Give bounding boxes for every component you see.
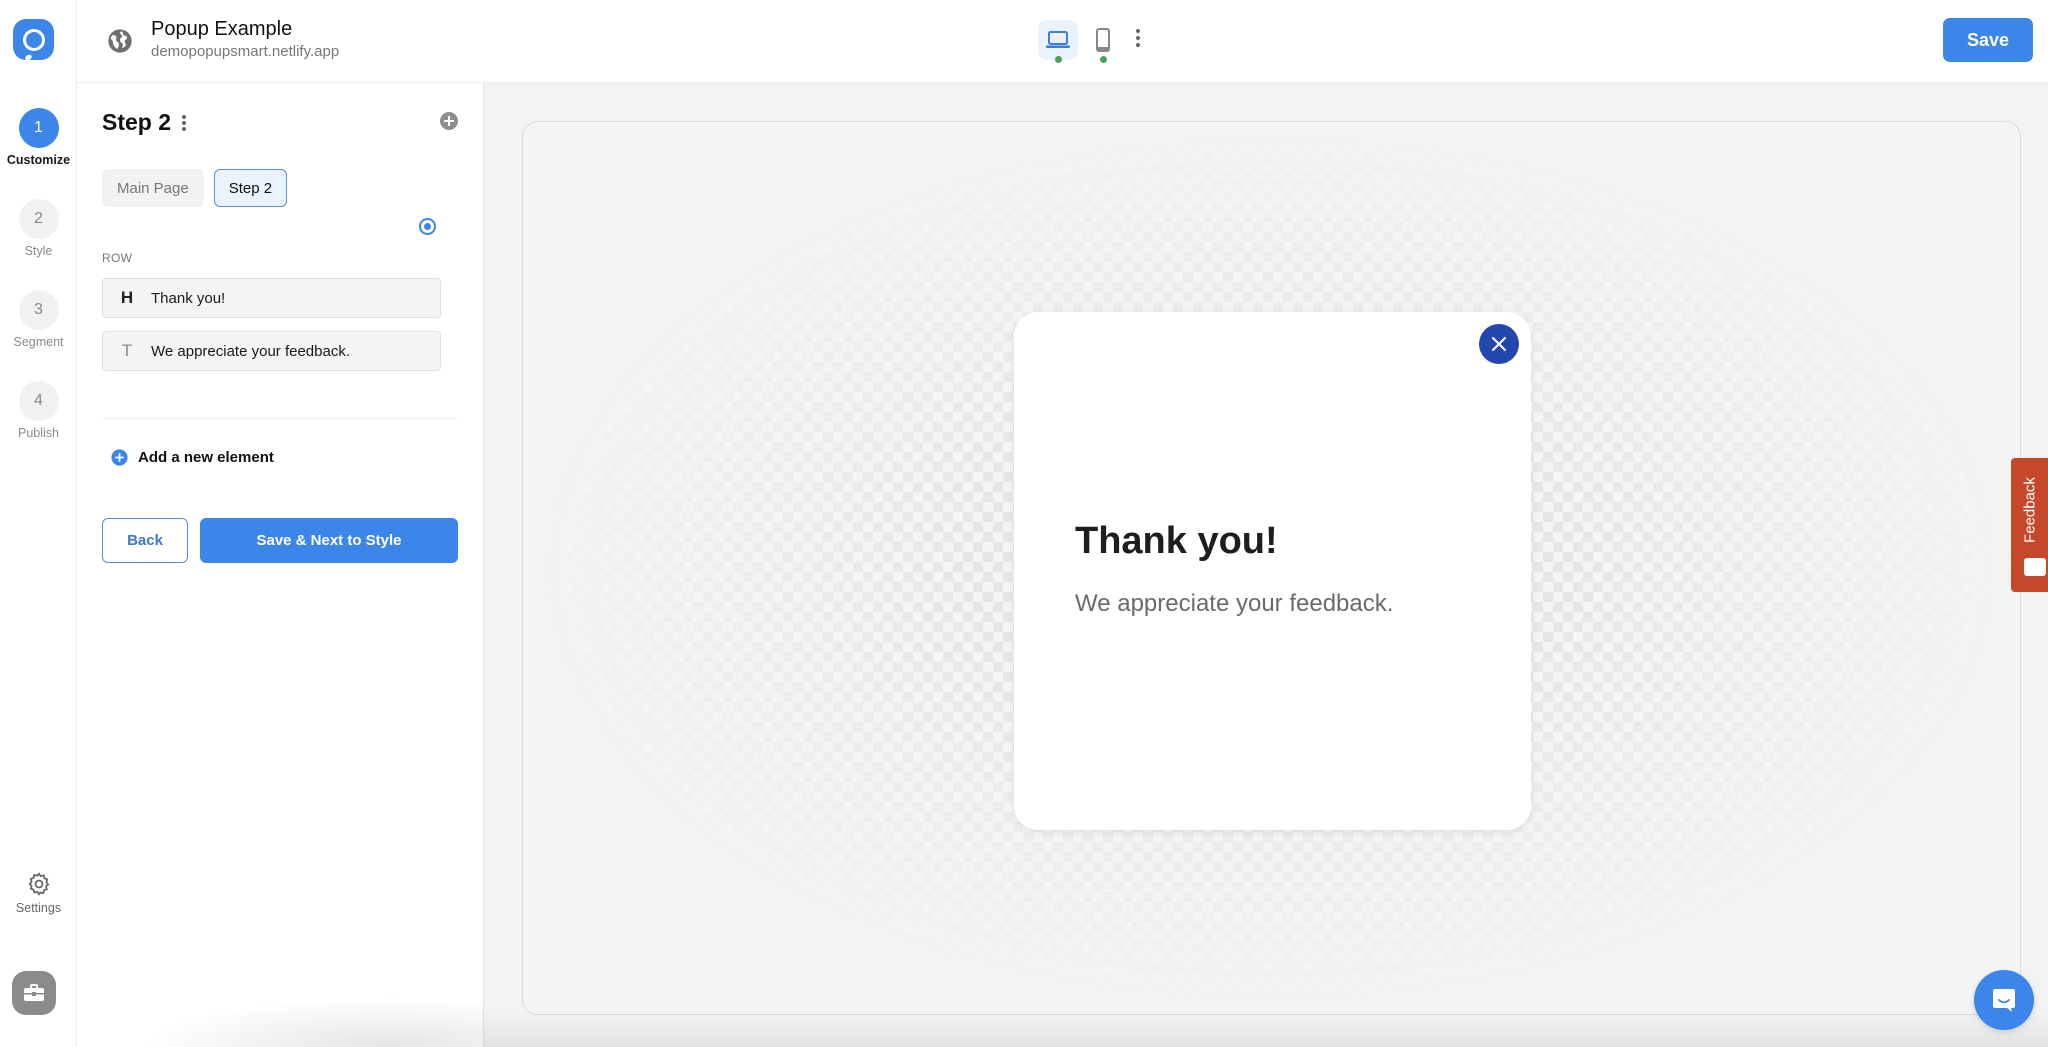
mobile-status-dot xyxy=(1100,56,1107,63)
laptop-icon xyxy=(1046,31,1070,48)
tab-step-2[interactable]: Step 2 xyxy=(213,169,288,207)
popup-heading[interactable]: Thank you! xyxy=(1075,520,1278,563)
logo-bubble-icon xyxy=(22,28,45,51)
bottom-shade xyxy=(484,1011,2048,1047)
panel-title: Step 2 xyxy=(102,109,172,135)
add-step-icon[interactable] xyxy=(439,111,459,131)
settings-button[interactable]: Settings xyxy=(0,871,77,915)
feedback-tab[interactable]: Feedback xyxy=(2011,458,2048,592)
save-button[interactable]: Save xyxy=(1943,18,2033,62)
row-select-radio[interactable] xyxy=(419,218,436,235)
step-label: Publish xyxy=(18,426,59,440)
step-number: 3 xyxy=(18,290,59,330)
project-url: demopopupsmart.netlify.app xyxy=(151,43,340,60)
divider xyxy=(102,418,458,419)
chat-launcher-button[interactable] xyxy=(1974,970,2034,1030)
project-title: Popup Example xyxy=(151,18,293,40)
more-options-icon[interactable] xyxy=(1135,28,1141,48)
heading-icon: H xyxy=(120,288,134,307)
step-options-icon[interactable] xyxy=(181,114,187,132)
editor-panel: Step 2 Main Page Step 2 ROW H Thank you!… xyxy=(77,83,557,1047)
step-label: Style xyxy=(24,244,53,258)
popup-preview[interactable]: Thank you! We appreciate your feedback. xyxy=(1014,312,1531,830)
wizard-steps: 1 Customize 2 Style 3 Segment 4 Publish xyxy=(0,108,77,472)
top-bar: Popup Example demopopupsmart.netlify.app… xyxy=(77,0,2048,83)
desktop-status-dot xyxy=(1055,56,1062,63)
popupsmart-logo[interactable] xyxy=(13,19,54,62)
briefcase-icon xyxy=(24,984,44,1001)
briefcase-button[interactable] xyxy=(12,971,56,1015)
step-label: Customize xyxy=(6,153,71,167)
step-style[interactable]: 2 Style xyxy=(0,199,77,290)
desktop-preview-button[interactable] xyxy=(1038,20,1078,60)
plus-circle-icon xyxy=(111,449,128,466)
add-element-label: Add a new element xyxy=(138,449,274,466)
smiley-icon xyxy=(2024,558,2046,576)
tab-main-page[interactable]: Main Page xyxy=(102,169,204,207)
mobile-preview-button[interactable] xyxy=(1083,20,1123,60)
preview-frame: Thank you! We appreciate your feedback. xyxy=(522,121,2021,1015)
popup-close-button[interactable] xyxy=(1479,324,1519,364)
step-number: 2 xyxy=(18,199,59,239)
globe-icon xyxy=(108,29,132,53)
element-text[interactable]: T We appreciate your feedback. xyxy=(102,331,441,371)
back-button[interactable]: Back xyxy=(102,518,188,563)
settings-label: Settings xyxy=(15,901,62,915)
gear-icon xyxy=(28,872,49,896)
step-number: 1 xyxy=(18,108,59,148)
step-segment[interactable]: 3 Segment xyxy=(0,290,77,381)
step-publish[interactable]: 4 Publish xyxy=(0,381,77,472)
save-next-button[interactable]: Save & Next to Style xyxy=(200,518,458,563)
element-text: We appreciate your feedback. xyxy=(151,342,351,360)
close-icon xyxy=(1492,337,1506,351)
feedback-label: Feedback xyxy=(2021,477,2038,543)
page-tabs: Main Page Step 2 xyxy=(102,169,288,207)
add-element-button[interactable]: Add a new element xyxy=(111,449,274,466)
row-label: ROW xyxy=(102,251,133,265)
text-icon: T xyxy=(121,341,133,360)
step-customize[interactable]: 1 Customize xyxy=(0,108,77,199)
mobile-icon xyxy=(1096,28,1110,52)
chat-icon xyxy=(1993,989,2015,1012)
popup-text[interactable]: We appreciate your feedback. xyxy=(1075,590,1393,618)
element-text: Thank you! xyxy=(151,289,226,307)
element-heading[interactable]: H Thank you! xyxy=(102,278,441,318)
step-number: 4 xyxy=(18,381,59,421)
preview-canvas: Thank you! We appreciate your feedback. xyxy=(484,83,2048,1047)
step-rail: 1 Customize 2 Style 3 Segment 4 Publish … xyxy=(0,0,77,1047)
step-label: Segment xyxy=(13,335,64,349)
logo-bubble-tail xyxy=(24,53,33,62)
